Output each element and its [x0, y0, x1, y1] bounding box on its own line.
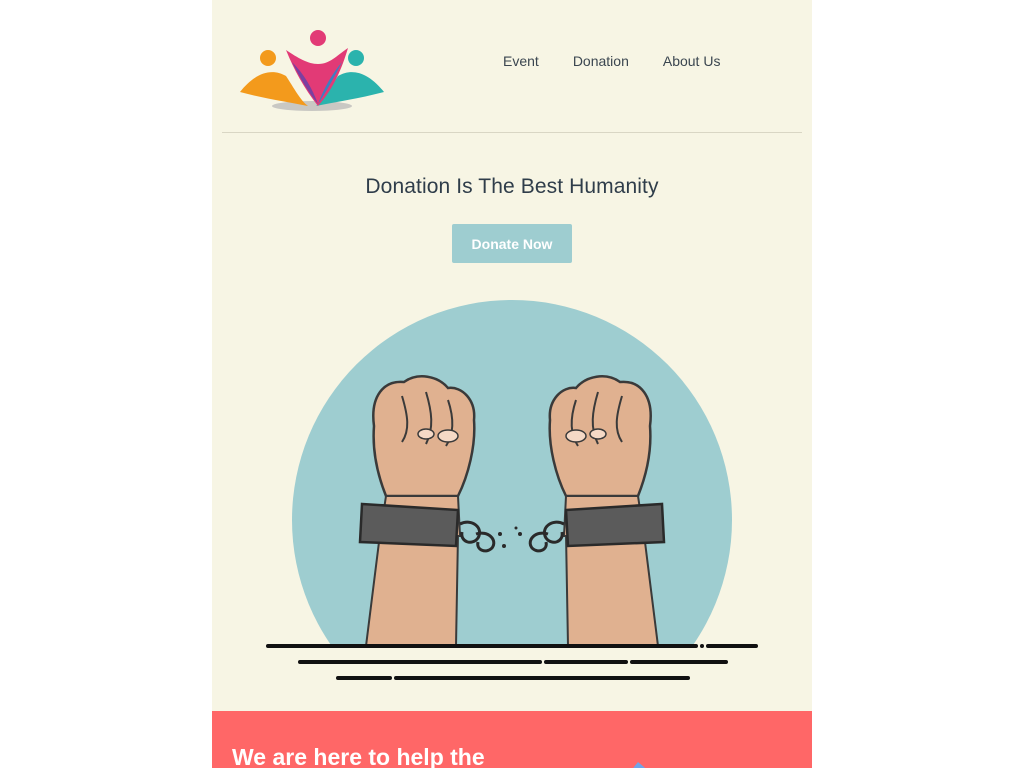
donate-now-button[interactable]: Donate Now [452, 224, 572, 263]
main-nav: Event Donation About Us [503, 53, 720, 69]
blue-shape-icon [633, 762, 646, 768]
nav-about-us-link[interactable]: About Us [663, 53, 721, 69]
page-container: Event Donation About Us Donation Is The … [212, 0, 812, 768]
header-divider [222, 132, 802, 133]
banner-heading: We are here to help the [232, 744, 485, 768]
help-banner: We are here to help the [212, 711, 812, 768]
nav-event-link[interactable]: Event [503, 53, 539, 69]
logo-icon[interactable] [238, 28, 386, 114]
hero-title: Donation Is The Best Humanity [365, 175, 659, 198]
site-header: Event Donation About Us [212, 0, 812, 132]
broken-handcuffs-illustration [266, 300, 758, 680]
nav-donation-link[interactable]: Donation [573, 53, 629, 69]
